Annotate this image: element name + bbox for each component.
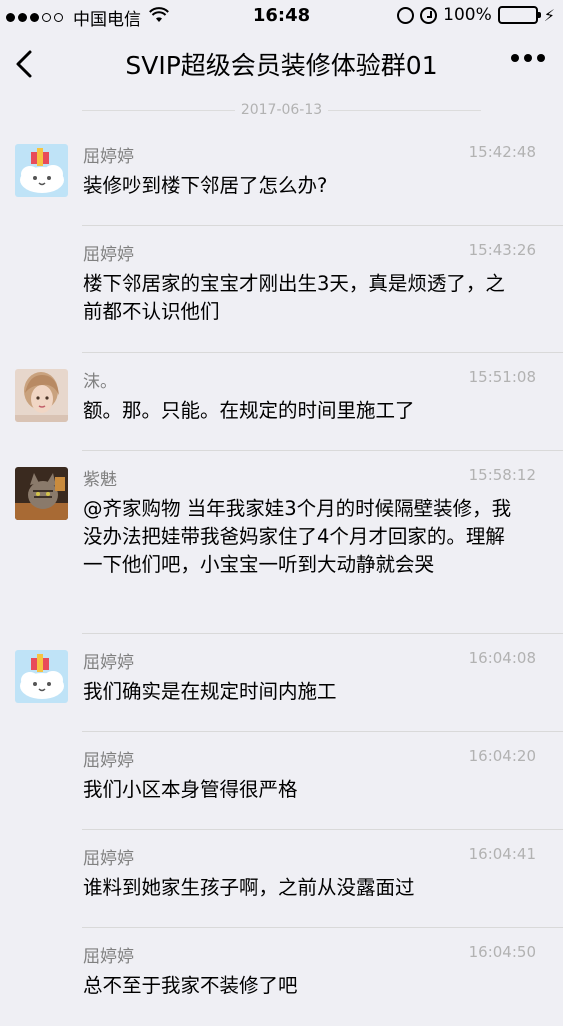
chat-message[interactable]: 屈婷婷 16:04:20 我们小区本身管得很严格 bbox=[0, 732, 563, 830]
cartoon-avatar[interactable] bbox=[15, 650, 68, 703]
alarm-icon bbox=[420, 6, 438, 24]
cartoon-avatar[interactable] bbox=[15, 144, 68, 197]
sender-name: 屈婷婷 bbox=[83, 653, 134, 673]
chat-message[interactable]: 沫。 15:51:08 额。那。只能。在规定的时间里施工了 bbox=[0, 353, 563, 451]
message-text: 额。那。只能。在规定的时间里施工了 bbox=[83, 399, 415, 422]
sender-name: 屈婷婷 bbox=[83, 947, 134, 967]
chat-message[interactable]: 屈婷婷 15:42:48 装修吵到楼下邻居了怎么办? bbox=[0, 128, 563, 226]
sender-name: 沫。 bbox=[83, 372, 117, 392]
orientation-lock-icon bbox=[397, 6, 415, 24]
battery-icon bbox=[497, 6, 541, 24]
photo-avatar-girl[interactable] bbox=[15, 369, 68, 422]
battery-percent: 100% bbox=[443, 5, 492, 25]
nav-bar: SVIP超级会员装修体验群01 bbox=[0, 32, 563, 96]
message-timestamp: 15:42:48 bbox=[468, 143, 536, 161]
message-timestamp: 15:51:08 bbox=[468, 368, 536, 386]
chat-message[interactable]: 屈婷婷 16:04:08 我们确实是在规定时间内施工 bbox=[0, 634, 563, 732]
message-list: 屈婷婷 15:42:48 装修吵到楼下邻居了怎么办? 屈婷婷 15:43:26 楼下邻居家… bbox=[0, 128, 563, 1026]
message-timestamp: 15:58:12 bbox=[468, 466, 536, 484]
message-timestamp: 16:04:41 bbox=[468, 845, 536, 863]
message-text: 楼下邻居家的宝宝才刚出生3天，真是烦透了，之前都不认识他们 bbox=[83, 272, 505, 323]
message-text: 装修吵到楼下邻居了怎么办? bbox=[83, 174, 328, 197]
message-text: 总不至于我家不装修了吧 bbox=[83, 974, 298, 997]
chat-title: SVIP超级会员装修体验群01 bbox=[125, 51, 438, 80]
chat-message[interactable]: 屈婷婷 15:43:26 楼下邻居家的宝宝才刚出生3天，真是烦透了，之前都不认识他们 bbox=[0, 226, 563, 353]
charging-icon: ⚡ bbox=[543, 5, 555, 25]
status-bar: 中国电信 16:48 100% ⚡ bbox=[0, 0, 563, 32]
message-timestamp: 15:43:26 bbox=[468, 241, 536, 259]
sender-name: 屈婷婷 bbox=[83, 147, 134, 167]
message-text: 我们小区本身管得很严格 bbox=[83, 778, 298, 801]
sender-name: 紫魅 bbox=[83, 470, 117, 490]
photo-avatar-cat[interactable] bbox=[15, 467, 68, 520]
message-timestamp: 16:04:20 bbox=[468, 747, 536, 765]
message-timestamp: 16:04:08 bbox=[468, 649, 536, 667]
chat-message[interactable]: 屈婷婷 16:04:50 总不至于我家不装修了吧 bbox=[0, 928, 563, 1026]
sender-name: 屈婷婷 bbox=[83, 751, 134, 771]
chat-message[interactable]: 屈婷婷 16:04:41 谁料到她家生孩子啊，之前从没露面过 bbox=[0, 830, 563, 928]
sender-name: 屈婷婷 bbox=[83, 849, 134, 869]
back-button[interactable] bbox=[12, 46, 42, 82]
chat-message[interactable]: 紫魅 15:58:12 @齐家购物 当年我家娃3个月的时候隔壁装修，我没办法把娃带我… bbox=[0, 451, 563, 634]
date-divider-label: 2017-06-13 bbox=[234, 102, 329, 118]
message-timestamp: 16:04:50 bbox=[468, 943, 536, 961]
date-divider: 2017-06-13 bbox=[0, 102, 563, 118]
message-text: @齐家购物 当年我家娃3个月的时候隔壁装修，我没办法把娃带我爸妈家住了4个月才回… bbox=[83, 497, 512, 576]
more-options-button[interactable] bbox=[511, 54, 545, 62]
sender-name: 屈婷婷 bbox=[83, 245, 134, 265]
chevron-left-icon bbox=[16, 50, 32, 78]
message-text: 谁料到她家生孩子啊，之前从没露面过 bbox=[83, 876, 415, 899]
message-text: 我们确实是在规定时间内施工 bbox=[83, 680, 337, 703]
